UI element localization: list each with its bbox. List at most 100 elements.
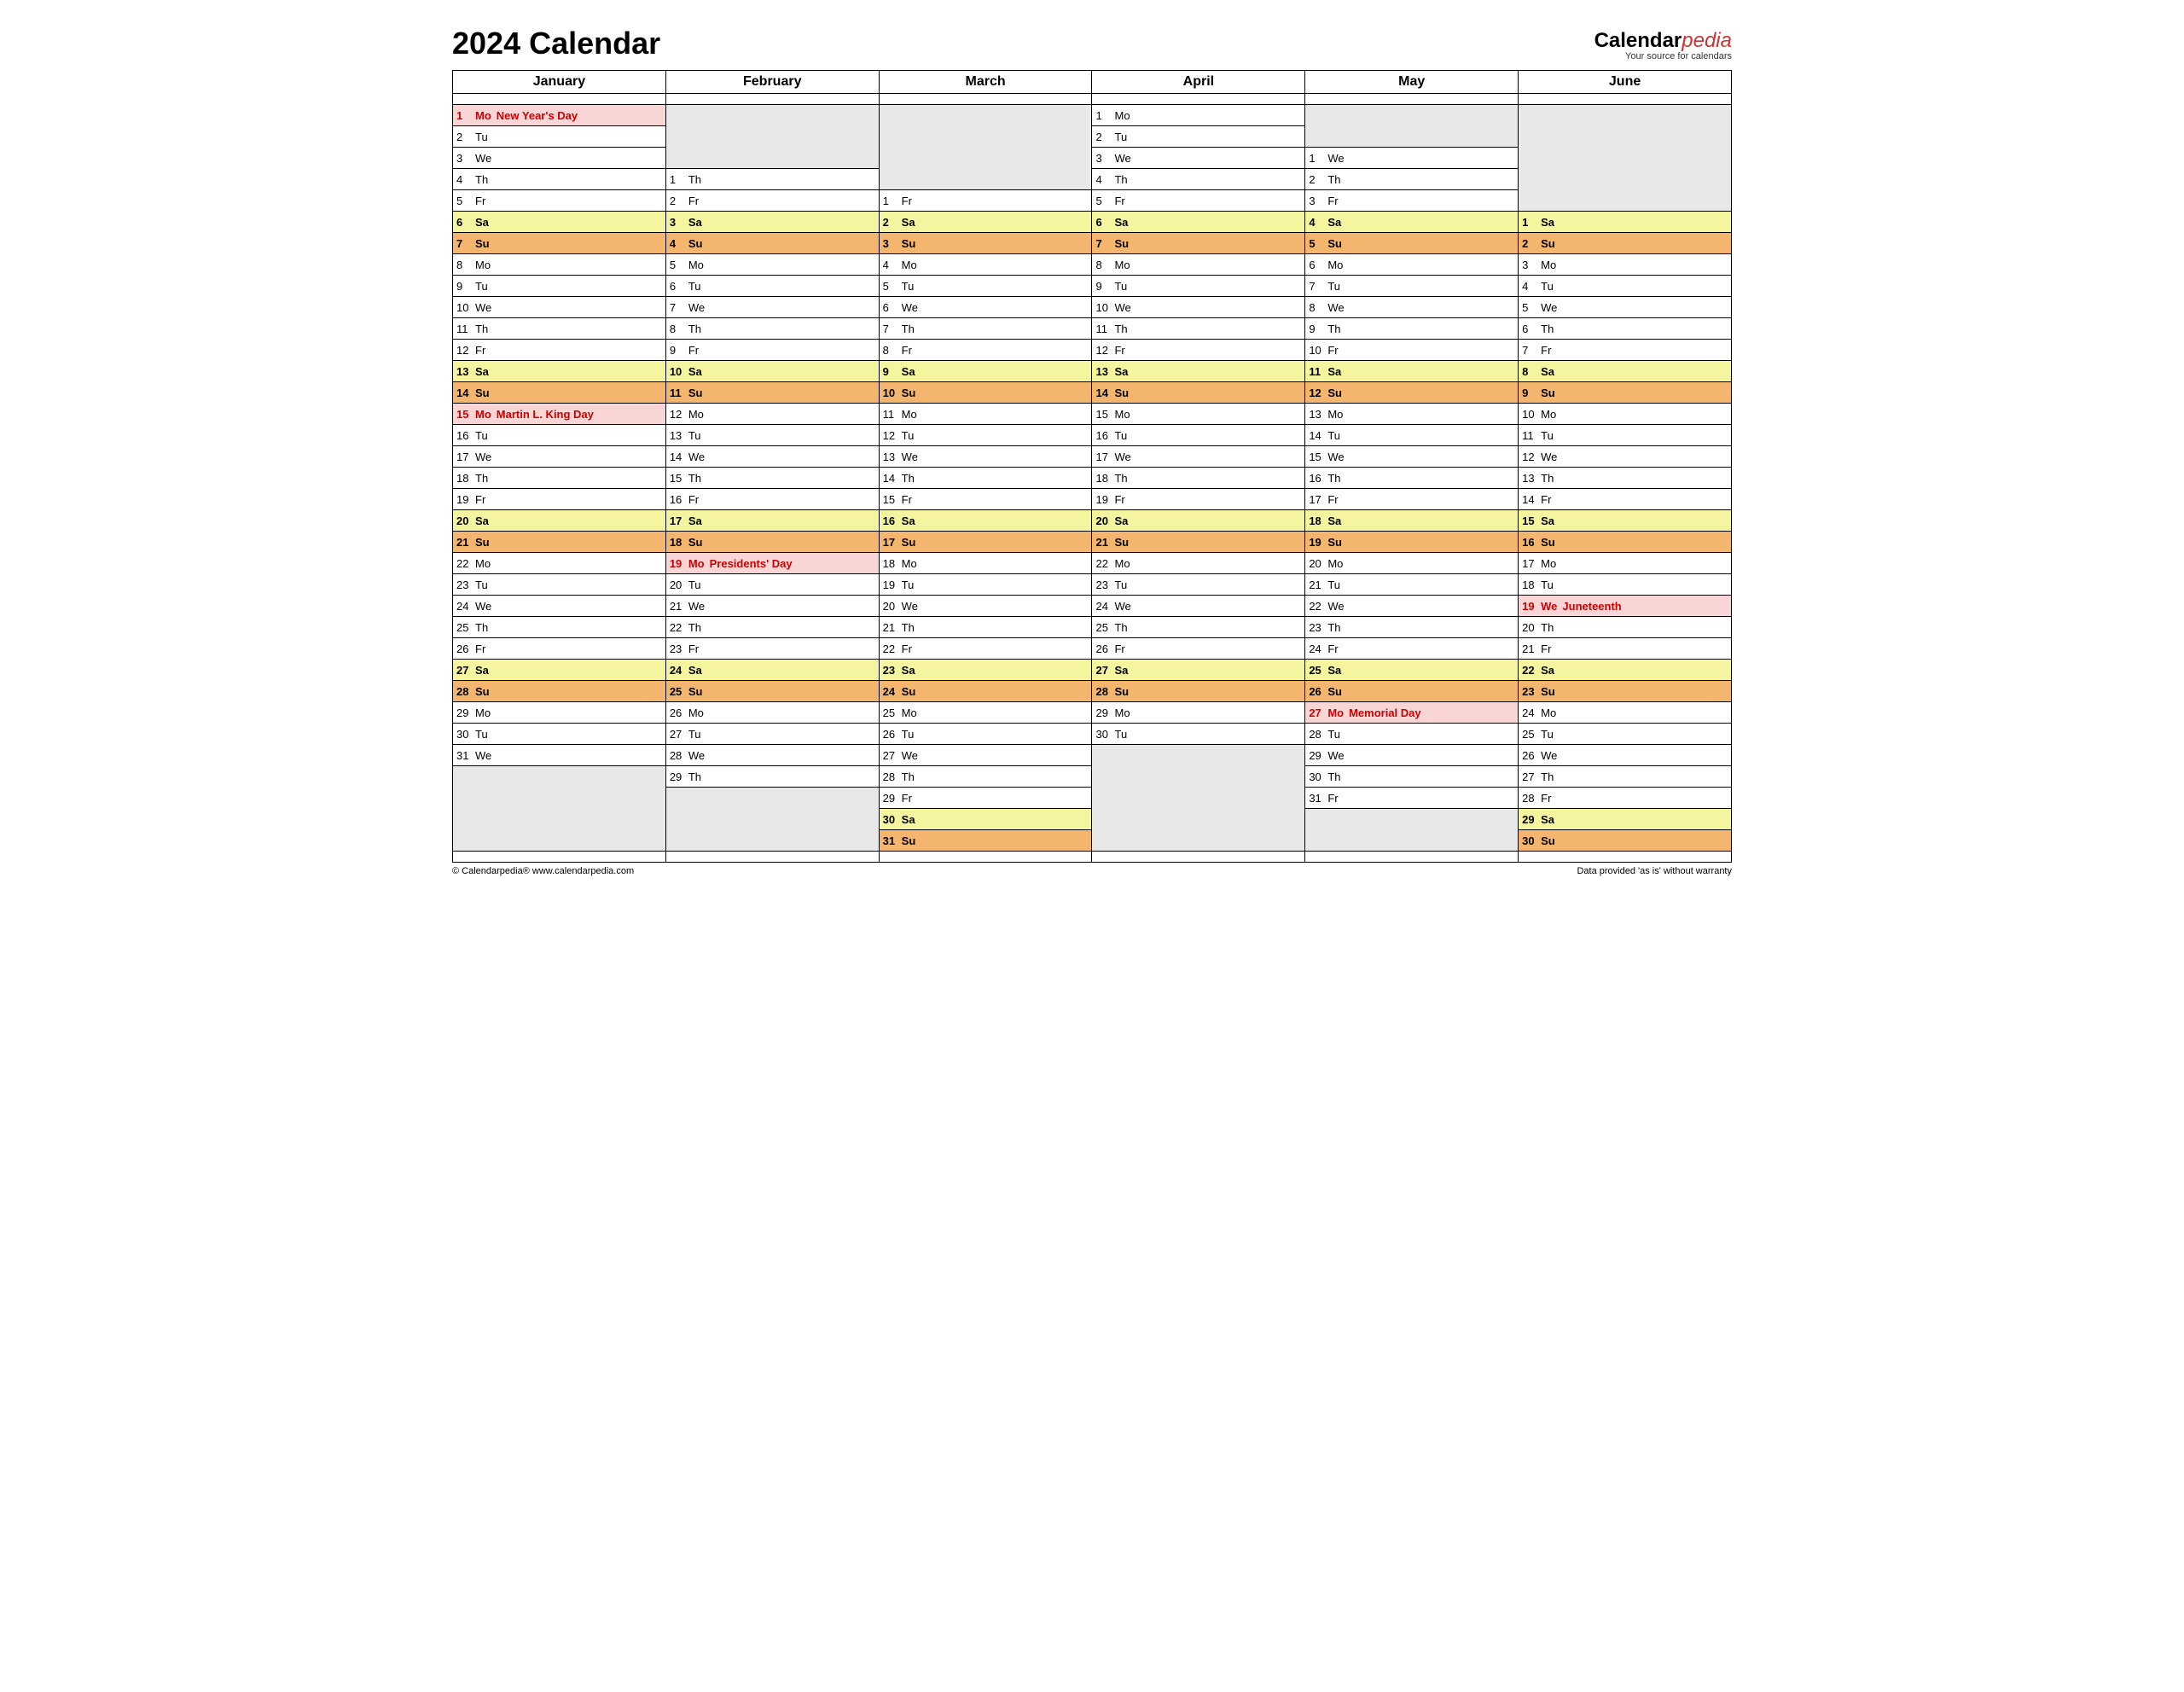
- day-of-week: Mo: [1541, 408, 1556, 421]
- day-of-week: We: [688, 600, 705, 613]
- day-number: 2: [456, 131, 475, 143]
- day-number: 23: [883, 664, 902, 677]
- day-cell: 22Th: [665, 617, 879, 638]
- day-number: 15: [1095, 408, 1114, 421]
- day-number: 23: [670, 642, 688, 655]
- header: 2024 Calendar Calendarpedia Your source …: [452, 26, 1732, 61]
- day-cell: 3We: [453, 148, 666, 169]
- day-cell: 31Fr: [1305, 788, 1519, 809]
- day-cell: 27Tu: [665, 724, 879, 745]
- day-number: 7: [1522, 344, 1541, 357]
- empty-cell: [665, 830, 879, 852]
- day-cell: 20Sa: [1092, 510, 1305, 532]
- day-cell: 20Tu: [665, 574, 879, 596]
- day-cell: 3Su: [879, 233, 1092, 254]
- day-number: 17: [883, 536, 902, 549]
- day-of-week: Fr: [902, 195, 912, 207]
- day-of-week: Mo: [688, 259, 704, 271]
- empty-cell: [1092, 745, 1305, 766]
- day-cell: 17Sa: [665, 510, 879, 532]
- day-number: 17: [456, 451, 475, 463]
- day-cell: 7Su: [1092, 233, 1305, 254]
- day-of-week: Su: [1114, 387, 1129, 399]
- day-of-week: Su: [902, 685, 916, 698]
- calendar-row: 22Mo19MoPresidents' Day18Mo22Mo20Mo17Mo: [453, 553, 1732, 574]
- day-number: 25: [1522, 728, 1541, 741]
- day-of-week: Fr: [1541, 493, 1551, 506]
- day-of-week: Th: [1327, 621, 1340, 634]
- day-cell: 14Tu: [1305, 425, 1519, 446]
- day-number: 5: [1309, 237, 1327, 250]
- day-cell: 9Fr: [665, 340, 879, 361]
- day-cell: 3Sa: [665, 212, 879, 233]
- day-cell: 18Tu: [1519, 574, 1732, 596]
- day-number: 16: [1309, 472, 1327, 485]
- empty-cell: [1519, 190, 1732, 212]
- day-of-week: Sa: [1541, 365, 1554, 378]
- day-cell: 27MoMemorial Day: [1305, 702, 1519, 724]
- month-header: June: [1519, 71, 1732, 94]
- day-cell: 21Su: [1092, 532, 1305, 553]
- day-cell: 27Th: [1519, 766, 1732, 788]
- day-of-week: Mo: [475, 109, 491, 122]
- day-cell: 13Sa: [453, 361, 666, 382]
- day-of-week: Su: [1541, 387, 1555, 399]
- day-of-week: Th: [475, 173, 488, 186]
- day-of-week: Su: [475, 536, 490, 549]
- day-cell: 5Tu: [879, 276, 1092, 297]
- day-cell: 5Fr: [453, 190, 666, 212]
- day-cell: 29Sa: [1519, 809, 1732, 830]
- day-cell: 7Fr: [1519, 340, 1732, 361]
- day-cell: 14Th: [879, 468, 1092, 489]
- day-of-week: Su: [902, 237, 916, 250]
- day-number: 16: [670, 493, 688, 506]
- day-number: 1: [1095, 109, 1114, 122]
- day-cell: 12Fr: [453, 340, 666, 361]
- day-of-week: Su: [1541, 536, 1555, 549]
- day-of-week: Mo: [1114, 706, 1130, 719]
- day-number: 15: [1309, 451, 1327, 463]
- day-of-week: Mo: [902, 259, 917, 271]
- event-label: New Year's Day: [497, 109, 578, 122]
- day-cell: 30Tu: [453, 724, 666, 745]
- day-cell: 17Mo: [1519, 553, 1732, 574]
- calendar-row: 30Sa29Sa: [453, 809, 1732, 830]
- day-of-week: Sa: [1327, 664, 1341, 677]
- day-cell: 13Th: [1519, 468, 1732, 489]
- day-number: 12: [1095, 344, 1114, 357]
- day-number: 14: [456, 387, 475, 399]
- day-cell: 8Fr: [879, 340, 1092, 361]
- day-cell: 18Mo: [879, 553, 1092, 574]
- calendar-row: 1MoNew Year's Day1Mo: [453, 105, 1732, 126]
- day-cell: 31We: [453, 745, 666, 766]
- day-cell: 3We: [1092, 148, 1305, 169]
- empty-cell: [453, 809, 666, 830]
- day-of-week: Fr: [688, 344, 699, 357]
- day-number: 14: [1095, 387, 1114, 399]
- day-cell: 30Su: [1519, 830, 1732, 852]
- day-cell: 12Mo: [665, 404, 879, 425]
- day-cell: 29Mo: [1092, 702, 1305, 724]
- day-number: 13: [670, 429, 688, 442]
- day-of-week: Tu: [688, 579, 701, 591]
- logo-suffix: pedia: [1682, 29, 1732, 52]
- day-cell: 2Th: [1305, 169, 1519, 190]
- day-of-week: Fr: [1327, 792, 1338, 805]
- day-cell: 11Th: [1092, 318, 1305, 340]
- day-cell: 26We: [1519, 745, 1732, 766]
- day-cell: 16Sa: [879, 510, 1092, 532]
- calendar-row: 3We3We1We: [453, 148, 1732, 169]
- day-cell: 21Su: [453, 532, 666, 553]
- day-cell: 6Sa: [1092, 212, 1305, 233]
- day-number: 28: [456, 685, 475, 698]
- calendar-row: 31Su30Su: [453, 830, 1732, 852]
- day-number: 24: [670, 664, 688, 677]
- day-number: 28: [1309, 728, 1327, 741]
- day-cell: 26Fr: [1092, 638, 1305, 660]
- day-number: 9: [1095, 280, 1114, 293]
- day-of-week: Th: [1327, 472, 1340, 485]
- day-number: 10: [456, 301, 475, 314]
- day-number: 14: [1522, 493, 1541, 506]
- day-number: 26: [883, 728, 902, 741]
- day-number: 7: [456, 237, 475, 250]
